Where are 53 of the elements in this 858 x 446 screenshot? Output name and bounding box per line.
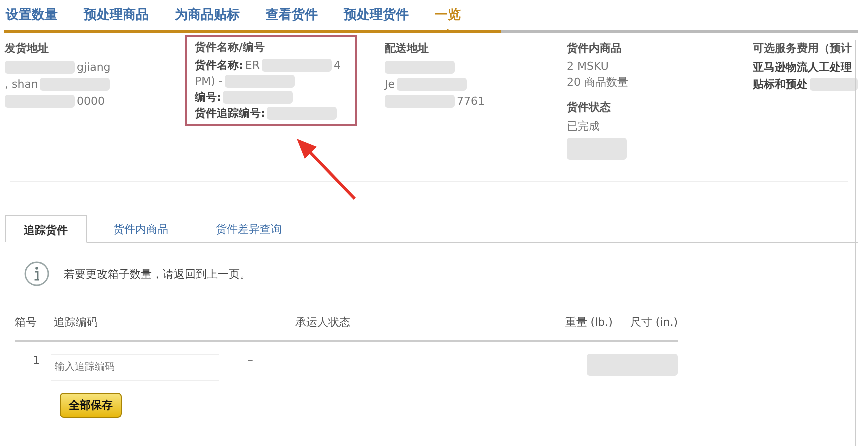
column-header: 尺寸 (in.) (630, 315, 678, 330)
step-tab[interactable]: 查看货件 (266, 6, 318, 28)
step-tab[interactable]: 为商品贴标 (175, 6, 240, 28)
column-header: 承运人状态 (296, 315, 352, 330)
section-heading: 货件内商品 (567, 41, 623, 56)
fee-text: 贴标和预处 (753, 77, 808, 92)
shipment-name: ER (245, 59, 260, 72)
address-text: Je (385, 78, 396, 91)
status-text: 已完成 (567, 119, 601, 134)
notice-text: 若要更改箱子数量，请返回到上一页。 (64, 266, 251, 282)
blurred-text (267, 107, 338, 120)
save-all-button[interactable]: 全部保存 (60, 393, 122, 418)
detail-tab[interactable]: 货件内商品 (87, 215, 195, 242)
field-label: 编号: (195, 90, 222, 105)
fee-text: 亚马逊物流人工处理 (753, 60, 852, 75)
address-text: 7761 (457, 95, 485, 108)
shipment-name: PM) - (195, 75, 223, 88)
blurred-text (385, 61, 455, 74)
step-tab[interactable]: 预处理货件 (344, 6, 409, 28)
table-cell-text: – (248, 354, 254, 367)
column-header: 重量 (lb.) (565, 315, 614, 330)
address-text: gjiang (77, 61, 111, 74)
address-text: , shan (5, 78, 38, 91)
section-heading: 可选服务费用（预计 (753, 41, 853, 56)
shipment-name: 4 (334, 59, 341, 72)
section-heading: 配送地址 (385, 41, 430, 56)
blurred-text (40, 78, 110, 91)
info-icon (24, 261, 50, 287)
field-label: 货件名称: (195, 58, 244, 73)
tracking-input[interactable]: 输入追踪编码 (51, 354, 220, 381)
contents-text: 20 商品数量 (567, 75, 630, 90)
step-tab[interactable]: 设置数量 (6, 6, 58, 28)
blurred-text (567, 138, 627, 160)
blurred-text (262, 59, 332, 72)
blurred-text (224, 75, 295, 88)
column-header: 追踪编码 (54, 315, 100, 330)
section-heading: 货件状态 (567, 100, 612, 115)
column-header: 箱号 (15, 315, 38, 330)
blurred-text (397, 78, 468, 91)
blurred-text (810, 78, 858, 91)
section-heading: 货件名称/编号 (195, 40, 266, 55)
blurred-text (385, 95, 455, 108)
detail-tab[interactable]: 货件差异查询 (195, 215, 303, 242)
blurred-text (5, 95, 75, 108)
section-heading: 发货地址 (5, 41, 50, 56)
contents-text: 2 MSKU (567, 60, 610, 73)
step-tab[interactable]: 预处理商品 (84, 6, 149, 28)
detail-tab[interactable]: 追踪货件 (5, 215, 87, 243)
blurred-text (5, 61, 75, 74)
address-text: 0000 (77, 95, 105, 108)
field-label: 货件追踪编号: (195, 106, 266, 121)
table-cell-text: 1 (32, 354, 41, 367)
blurred-text (223, 91, 294, 104)
